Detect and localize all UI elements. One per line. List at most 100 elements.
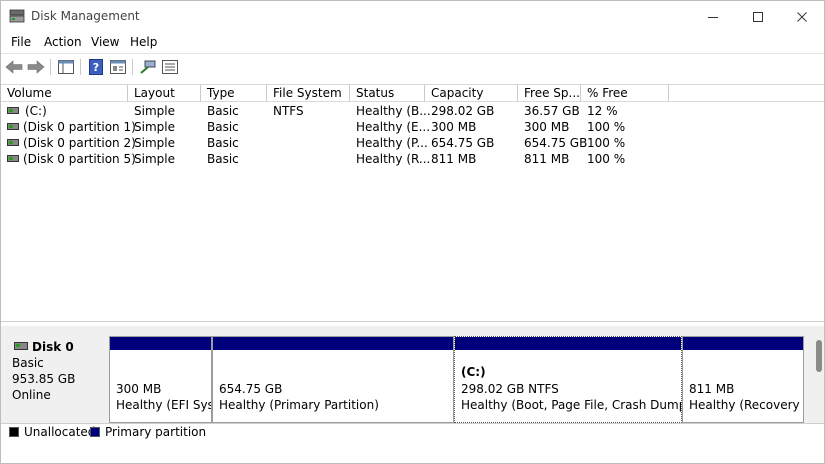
partition-status: Healthy (EFI System Partition) — [116, 398, 212, 412]
cell-capacity: 300 MB — [431, 120, 477, 134]
help-button[interactable]: ? — [86, 58, 106, 76]
cell-free-space: 811 MB — [524, 152, 570, 166]
partition-c-drive[interactable]: (C:) 298.02 GB NTFS Healthy (Boot, Page … — [454, 336, 682, 423]
column-header-layout[interactable]: Layout — [128, 85, 201, 101]
table-row[interactable]: (C:) Simple Basic NTFS Healthy (B... 298… — [1, 103, 681, 119]
connect-button[interactable] — [138, 58, 158, 76]
title-bar: Disk Management — [1, 1, 824, 32]
cell-layout: Simple — [134, 104, 175, 118]
properties-button[interactable] — [108, 58, 128, 76]
cell-status: Healthy (P... — [356, 136, 428, 150]
disk-graphical-view: Disk 0 Basic 953.85 GB Online 300 MB Hea… — [1, 326, 824, 423]
primary-partition-bar — [455, 337, 681, 350]
cell-status: Healthy (E... — [356, 120, 431, 134]
column-header-capacity[interactable]: Capacity — [425, 85, 518, 101]
disk-0-label[interactable]: Disk 0 Basic 953.85 GB Online — [5, 330, 106, 423]
legend-label-unallocated: Unallocated — [24, 425, 96, 439]
table-row[interactable]: (Disk 0 partition 2) Simple Basic Health… — [1, 135, 681, 151]
back-arrow-icon — [5, 60, 23, 74]
column-header-type[interactable]: Type — [201, 85, 267, 101]
cell-layout: Simple — [134, 136, 175, 150]
cell-layout: Simple — [134, 120, 175, 134]
close-icon — [797, 11, 807, 22]
legend-label-primary: Primary partition — [105, 425, 207, 439]
help-icon: ? — [89, 59, 103, 75]
cell-free-space: 300 MB — [524, 120, 570, 134]
disk-type: Basic — [12, 356, 44, 370]
column-header-volume[interactable]: Volume — [1, 85, 128, 101]
volume-icon — [7, 155, 19, 162]
toolbar: ? — [1, 53, 824, 82]
partition-recovery[interactable]: 811 MB Healthy (Recovery Partition) — [682, 336, 804, 423]
disk-state: Online — [12, 388, 51, 402]
console-tree-icon — [58, 60, 74, 74]
back-button[interactable] — [4, 58, 24, 76]
cell-capacity: 298.02 GB — [431, 104, 495, 118]
cell-status: Healthy (B... — [356, 104, 431, 118]
forward-button[interactable] — [26, 58, 46, 76]
list-view-button[interactable] — [160, 58, 180, 76]
cell-percent-free: 100 % — [587, 152, 626, 166]
disk-size: 953.85 GB — [12, 372, 76, 386]
disk-management-app-icon — [9, 9, 25, 23]
partition-efi[interactable]: 300 MB Healthy (EFI System Partition) — [109, 336, 212, 423]
properties-icon — [110, 60, 126, 74]
cell-volume: (Disk 0 partition 1) — [23, 120, 136, 134]
menu-file[interactable]: File — [11, 35, 31, 49]
table-row[interactable]: (Disk 0 partition 1) Simple Basic Health… — [1, 119, 681, 135]
minimize-button[interactable] — [690, 1, 736, 32]
cell-volume: (C:) — [25, 104, 47, 118]
legend: Unallocated Primary partition — [1, 423, 824, 463]
disk-icon — [14, 342, 28, 350]
cell-volume: (Disk 0 partition 2) — [23, 136, 136, 150]
partition-status: Healthy (Primary Partition) — [219, 398, 379, 412]
menu-view[interactable]: View — [91, 35, 119, 49]
disk-view-scrollbar[interactable] — [816, 340, 822, 372]
column-header-free-space[interactable]: Free Sp... — [518, 85, 581, 101]
column-header-percent-free[interactable]: % Free — [581, 85, 669, 101]
connect-icon — [140, 60, 156, 74]
close-button[interactable] — [779, 1, 824, 32]
menu-bar: File Action View Help — [1, 32, 824, 53]
maximize-button[interactable] — [735, 1, 781, 32]
toolbar-separator — [132, 59, 133, 75]
legend-swatch-unallocated — [9, 427, 19, 437]
cell-free-space: 36.57 GB — [524, 104, 580, 118]
column-header-status[interactable]: Status — [350, 85, 425, 101]
toolbar-separator — [80, 59, 81, 75]
cell-percent-free: 100 % — [587, 136, 626, 150]
partition-primary[interactable]: 654.75 GB Healthy (Primary Partition) — [212, 336, 454, 423]
volume-icon — [7, 123, 19, 130]
menu-action[interactable]: Action — [44, 35, 82, 49]
partition-status: Healthy (Recovery Partition) — [689, 398, 803, 412]
cell-volume: (Disk 0 partition 5) — [23, 152, 136, 166]
show-hide-console-tree-button[interactable] — [56, 58, 76, 76]
primary-partition-bar — [213, 337, 453, 350]
menu-help[interactable]: Help — [130, 35, 157, 49]
partition-size: 298.02 GB NTFS — [461, 382, 559, 396]
table-row[interactable]: (Disk 0 partition 5) Simple Basic Health… — [1, 151, 681, 167]
cell-free-space: 654.75 GB — [524, 136, 588, 150]
maximize-icon — [753, 11, 763, 22]
column-header-file-system[interactable]: File System — [267, 85, 350, 101]
partition-title: (C:) — [461, 365, 486, 379]
volume-icon — [7, 139, 19, 146]
cell-type: Basic — [207, 136, 239, 150]
primary-partition-bar — [110, 337, 211, 350]
partition-status: Healthy (Boot, Page File, Crash Dump, Ba… — [461, 398, 681, 412]
cell-type: Basic — [207, 120, 239, 134]
disk-management-window: Disk Management File Action View Help ? — [0, 0, 825, 464]
partition-size: 654.75 GB — [219, 382, 283, 396]
cell-file-system: NTFS — [273, 104, 304, 118]
disk-name: Disk 0 — [32, 340, 74, 354]
primary-partition-bar — [683, 337, 803, 350]
volume-list-header: Volume Layout Type File System Status Ca… — [1, 84, 824, 102]
cell-percent-free: 12 % — [587, 104, 618, 118]
partition-size: 811 MB — [689, 382, 735, 396]
forward-arrow-icon — [27, 60, 45, 74]
legend-swatch-primary — [90, 427, 100, 437]
volume-icon — [7, 107, 19, 114]
cell-layout: Simple — [134, 152, 175, 166]
svg-text:?: ? — [93, 61, 99, 74]
volume-list: Volume Layout Type File System Status Ca… — [1, 81, 824, 322]
